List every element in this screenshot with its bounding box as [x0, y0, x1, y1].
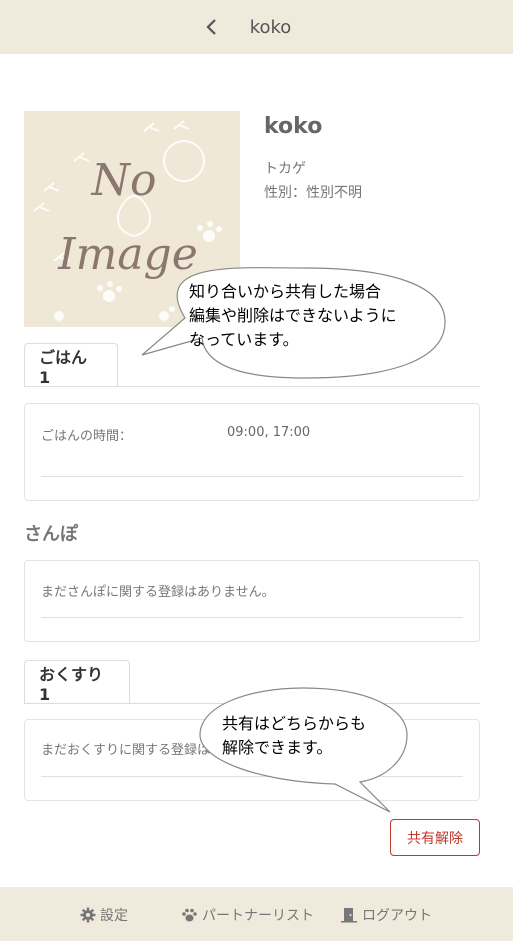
- walk-empty-text: まださんぽに関する登録はありません。: [41, 585, 275, 600]
- meal-time-value: 09:00, 17:00: [227, 425, 311, 440]
- tab-divider: [24, 703, 480, 704]
- pet-sex: 性別：性別不明: [264, 185, 362, 201]
- tab-medicine[interactable]: おくすり 1: [24, 660, 130, 704]
- unshare-button-label: 共有解除: [407, 830, 463, 847]
- bubble-text: 編集や削除はできないように: [189, 306, 397, 325]
- chevron-left-icon[interactable]: [203, 18, 221, 36]
- bubble-text: なっています。: [189, 330, 299, 349]
- nav-logout-label: ログアウト: [362, 908, 432, 924]
- no-image-text: No: [91, 155, 157, 206]
- walk-card: まださんぽに関する登録はありません。: [24, 560, 480, 642]
- unshare-button[interactable]: 共有解除: [390, 819, 480, 856]
- meal-time-label: ごはんの時間：: [41, 429, 133, 444]
- nav-logout[interactable]: ログアウト: [340, 905, 432, 925]
- nav-settings-label: 設定: [100, 908, 128, 924]
- header-bar: koko: [0, 0, 513, 54]
- walk-section-title: さんぽ: [24, 524, 78, 545]
- row-divider: [41, 776, 463, 777]
- tab-meal-label: ごはん 1: [39, 348, 88, 387]
- footer-nav: 設定 パートナーリスト ログアウト: [0, 887, 513, 941]
- tab-medicine-label: おくすり 1: [39, 665, 104, 704]
- page-title: koko: [249, 16, 292, 38]
- row-divider: [41, 476, 463, 477]
- tab-meal[interactable]: ごはん 1: [24, 343, 118, 387]
- medicine-empty-text: まだおくすりに関する登録はあ: [41, 743, 224, 758]
- nav-partner-list[interactable]: パートナーリスト: [181, 905, 314, 925]
- pet-name: koko: [264, 114, 323, 139]
- gear-icon: [80, 907, 96, 923]
- bubble-text: 共有はどちらからも: [222, 714, 367, 733]
- nav-partner-list-label: パートナーリスト: [202, 908, 314, 924]
- bubble-text: 知り合いから共有した場合: [189, 282, 382, 301]
- nav-settings[interactable]: 設定: [80, 905, 128, 925]
- bubble-text: 解除できます。: [222, 738, 333, 757]
- meal-card: ごはんの時間： 09:00, 17:00: [24, 403, 480, 501]
- tab-divider: [24, 386, 480, 387]
- paw-icon: [182, 908, 197, 922]
- row-divider: [41, 617, 463, 618]
- no-image-text: Image: [58, 229, 198, 280]
- door-icon: [341, 908, 357, 923]
- pet-species: トカゲ: [264, 161, 306, 177]
